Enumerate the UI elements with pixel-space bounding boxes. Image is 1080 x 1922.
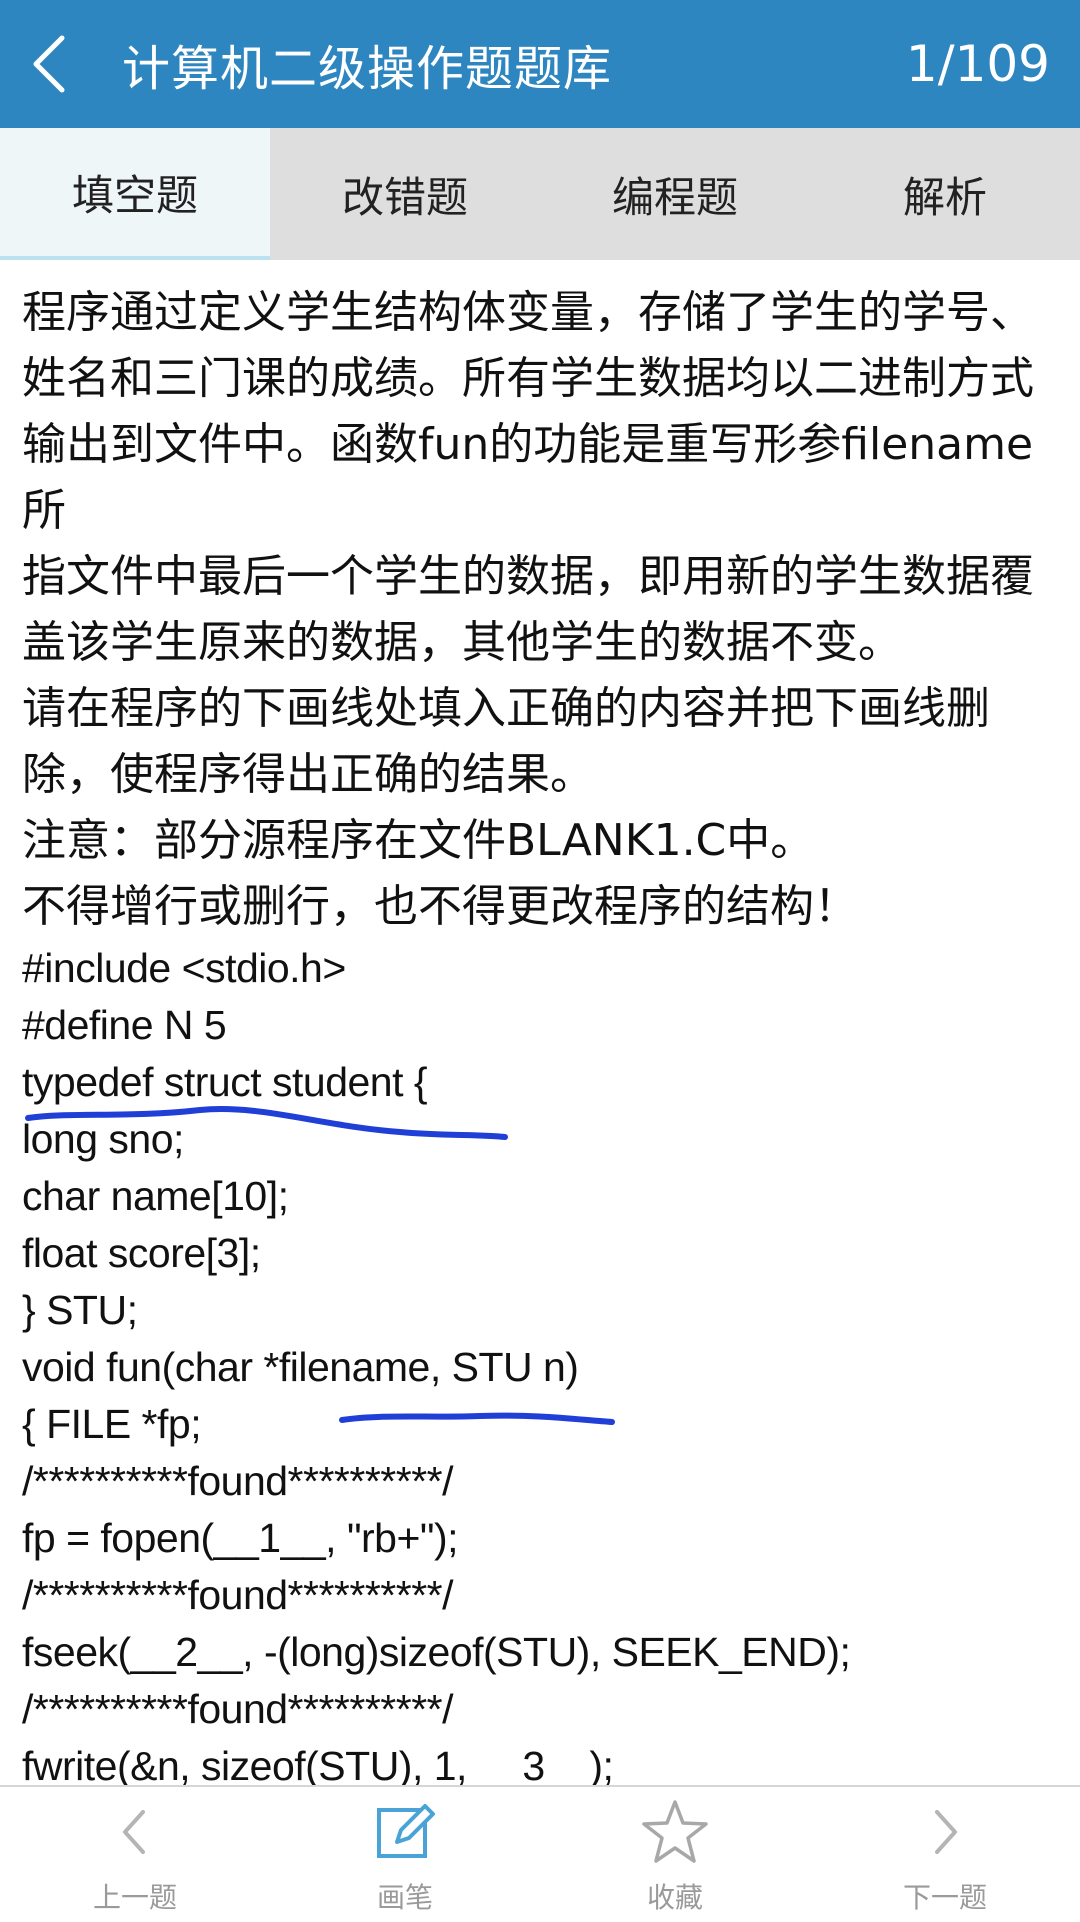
back-button[interactable] bbox=[0, 0, 100, 128]
code-line: fseek(__2__, -(long)sizeof(STU), SEEK_EN… bbox=[22, 1629, 851, 1675]
pen-edit-icon bbox=[373, 1790, 437, 1874]
code-line: fwrite(&n, sizeof(STU), 1, __3__); bbox=[22, 1743, 614, 1785]
code-line: typedef struct student { bbox=[22, 1059, 428, 1105]
code-line: char name[10]; bbox=[22, 1173, 289, 1219]
tab-fill-blank[interactable]: 填空题 bbox=[0, 128, 270, 260]
note-line: 不得增行或删行，也不得更改程序的结构！ bbox=[22, 881, 858, 932]
prev-question-button[interactable]: 上一题 bbox=[0, 1787, 270, 1922]
note-line: 注意：部分源程序在文件BLANK1.C中。 bbox=[22, 815, 815, 866]
question-text-line: 姓名和三门课的成绩。所有学生数据均以二进制方式 bbox=[22, 353, 1034, 404]
app-bar: 计算机二级操作题题库 1/109 bbox=[0, 0, 1080, 128]
star-icon bbox=[640, 1790, 710, 1874]
code-line: } STU; bbox=[22, 1287, 138, 1333]
pen-label: 画笔 bbox=[376, 1881, 433, 1914]
prev-question-label: 上一题 bbox=[92, 1881, 177, 1914]
next-question-label: 下一题 bbox=[902, 1881, 987, 1914]
code-line: { FILE *fp; bbox=[22, 1401, 202, 1447]
chevron-right-icon bbox=[925, 1790, 965, 1874]
code-line: float score[3]; bbox=[22, 1230, 261, 1276]
favorite-label: 收藏 bbox=[646, 1881, 703, 1914]
favorite-button[interactable]: 收藏 bbox=[540, 1787, 810, 1922]
code-line: /**********found**********/ bbox=[22, 1458, 454, 1504]
code-line: void fun(char *filename, STU n) bbox=[22, 1344, 579, 1390]
question-type-tabs: 填空题 改错题 编程题 解析 bbox=[0, 128, 1080, 260]
question-text-line: 指文件中最后一个学生的数据，即用新的学生数据覆 bbox=[22, 551, 1034, 602]
code-line: #define N 5 bbox=[22, 1002, 227, 1048]
code-line: /**********found**********/ bbox=[22, 1686, 454, 1732]
question-text-line: 程序通过定义学生结构体变量，存储了学生的学号、 bbox=[22, 287, 1034, 338]
code-line: long sno; bbox=[22, 1116, 184, 1162]
page-title: 计算机二级操作题题库 bbox=[122, 41, 613, 97]
pen-button[interactable]: 画笔 bbox=[270, 1787, 540, 1922]
code-line: fp = fopen(__1__, "rb+"); bbox=[22, 1515, 459, 1561]
back-arrow-icon bbox=[33, 35, 65, 93]
question-text-line: 盖该学生原来的数据，其他学生的数据不变。 bbox=[22, 617, 902, 668]
question-text-line: 除，使程序得出正确的结果。 bbox=[22, 749, 594, 800]
chevron-left-icon bbox=[115, 1790, 155, 1874]
code-line: /**********found**********/ bbox=[22, 1572, 454, 1618]
tab-fix-error[interactable]: 改错题 bbox=[270, 128, 540, 260]
question-content: 程序通过定义学生结构体变量，存储了学生的学号、 姓名和三门课的成绩。所有学生数据… bbox=[22, 280, 1062, 1785]
tab-analysis[interactable]: 解析 bbox=[810, 128, 1080, 260]
question-text-line: 输出到文件中。函数fun的功能是重写形参filename所 bbox=[22, 419, 1034, 536]
question-text-line: 请在程序的下画线处填入正确的内容并把下画线删 bbox=[22, 683, 990, 734]
next-question-button[interactable]: 下一题 bbox=[810, 1787, 1080, 1922]
code-line: #include <stdio.h> bbox=[22, 945, 346, 991]
question-counter: 1/109 bbox=[905, 35, 1050, 93]
bottom-nav: 上一题 画笔 收藏 下一题 bbox=[0, 1785, 1080, 1922]
tab-programming[interactable]: 编程题 bbox=[540, 128, 810, 260]
